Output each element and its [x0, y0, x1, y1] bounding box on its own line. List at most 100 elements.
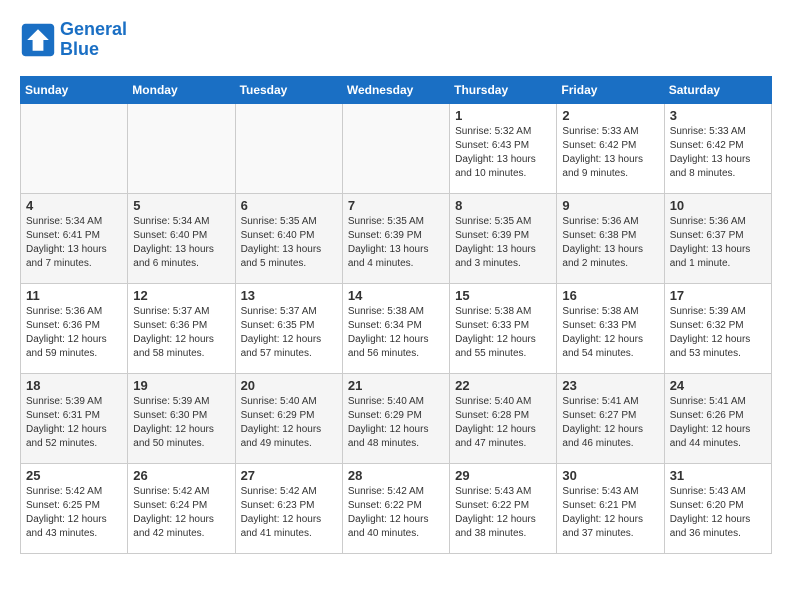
day-info: Sunrise: 5:40 AMSunset: 6:29 PMDaylight:… — [241, 395, 337, 451]
day-info: Sunrise: 5:35 AMSunset: 6:39 PMDaylight:… — [348, 215, 444, 271]
day-info: Sunrise: 5:37 AMSunset: 6:36 PMDaylight:… — [133, 305, 229, 361]
calendar-week-row: 4 Sunrise: 5:34 AMSunset: 6:41 PMDayligh… — [21, 193, 772, 283]
day-number: 18 — [26, 378, 122, 393]
calendar-cell: 31 Sunrise: 5:43 AMSunset: 6:20 PMDaylig… — [664, 463, 771, 553]
day-info: Sunrise: 5:36 AMSunset: 6:38 PMDaylight:… — [562, 215, 658, 271]
calendar-week-row: 18 Sunrise: 5:39 AMSunset: 6:31 PMDaylig… — [21, 373, 772, 463]
day-info: Sunrise: 5:36 AMSunset: 6:37 PMDaylight:… — [670, 215, 766, 271]
day-number: 23 — [562, 378, 658, 393]
day-info: Sunrise: 5:40 AMSunset: 6:29 PMDaylight:… — [348, 395, 444, 451]
calendar-week-row: 25 Sunrise: 5:42 AMSunset: 6:25 PMDaylig… — [21, 463, 772, 553]
column-header-friday: Friday — [557, 76, 664, 103]
day-info: Sunrise: 5:35 AMSunset: 6:40 PMDaylight:… — [241, 215, 337, 271]
calendar-cell: 28 Sunrise: 5:42 AMSunset: 6:22 PMDaylig… — [342, 463, 449, 553]
day-number: 4 — [26, 198, 122, 213]
day-number: 25 — [26, 468, 122, 483]
calendar-cell: 3 Sunrise: 5:33 AMSunset: 6:42 PMDayligh… — [664, 103, 771, 193]
day-number: 12 — [133, 288, 229, 303]
calendar-cell: 23 Sunrise: 5:41 AMSunset: 6:27 PMDaylig… — [557, 373, 664, 463]
day-number: 19 — [133, 378, 229, 393]
day-number: 14 — [348, 288, 444, 303]
day-info: Sunrise: 5:38 AMSunset: 6:33 PMDaylight:… — [562, 305, 658, 361]
calendar-cell: 26 Sunrise: 5:42 AMSunset: 6:24 PMDaylig… — [128, 463, 235, 553]
day-info: Sunrise: 5:39 AMSunset: 6:31 PMDaylight:… — [26, 395, 122, 451]
calendar-cell — [342, 103, 449, 193]
day-number: 17 — [670, 288, 766, 303]
day-number: 10 — [670, 198, 766, 213]
calendar-cell: 4 Sunrise: 5:34 AMSunset: 6:41 PMDayligh… — [21, 193, 128, 283]
day-number: 13 — [241, 288, 337, 303]
calendar-cell: 19 Sunrise: 5:39 AMSunset: 6:30 PMDaylig… — [128, 373, 235, 463]
column-header-monday: Monday — [128, 76, 235, 103]
calendar-header-row: SundayMondayTuesdayWednesdayThursdayFrid… — [21, 76, 772, 103]
calendar-table: SundayMondayTuesdayWednesdayThursdayFrid… — [20, 76, 772, 554]
day-number: 7 — [348, 198, 444, 213]
calendar-cell — [235, 103, 342, 193]
calendar-cell: 10 Sunrise: 5:36 AMSunset: 6:37 PMDaylig… — [664, 193, 771, 283]
day-number: 8 — [455, 198, 551, 213]
calendar-cell: 8 Sunrise: 5:35 AMSunset: 6:39 PMDayligh… — [450, 193, 557, 283]
day-info: Sunrise: 5:42 AMSunset: 6:22 PMDaylight:… — [348, 485, 444, 541]
calendar-week-row: 1 Sunrise: 5:32 AMSunset: 6:43 PMDayligh… — [21, 103, 772, 193]
day-info: Sunrise: 5:42 AMSunset: 6:25 PMDaylight:… — [26, 485, 122, 541]
day-info: Sunrise: 5:32 AMSunset: 6:43 PMDaylight:… — [455, 125, 551, 181]
day-info: Sunrise: 5:43 AMSunset: 6:21 PMDaylight:… — [562, 485, 658, 541]
day-info: Sunrise: 5:42 AMSunset: 6:24 PMDaylight:… — [133, 485, 229, 541]
day-info: Sunrise: 5:41 AMSunset: 6:27 PMDaylight:… — [562, 395, 658, 451]
calendar-cell: 25 Sunrise: 5:42 AMSunset: 6:25 PMDaylig… — [21, 463, 128, 553]
calendar-cell: 16 Sunrise: 5:38 AMSunset: 6:33 PMDaylig… — [557, 283, 664, 373]
day-info: Sunrise: 5:38 AMSunset: 6:33 PMDaylight:… — [455, 305, 551, 361]
calendar-cell: 13 Sunrise: 5:37 AMSunset: 6:35 PMDaylig… — [235, 283, 342, 373]
day-number: 9 — [562, 198, 658, 213]
calendar-cell: 15 Sunrise: 5:38 AMSunset: 6:33 PMDaylig… — [450, 283, 557, 373]
day-number: 2 — [562, 108, 658, 123]
day-number: 11 — [26, 288, 122, 303]
calendar-cell: 5 Sunrise: 5:34 AMSunset: 6:40 PMDayligh… — [128, 193, 235, 283]
column-header-saturday: Saturday — [664, 76, 771, 103]
calendar-cell — [128, 103, 235, 193]
logo-text: General Blue — [60, 20, 127, 60]
day-info: Sunrise: 5:41 AMSunset: 6:26 PMDaylight:… — [670, 395, 766, 451]
column-header-thursday: Thursday — [450, 76, 557, 103]
calendar-cell: 14 Sunrise: 5:38 AMSunset: 6:34 PMDaylig… — [342, 283, 449, 373]
calendar-cell: 18 Sunrise: 5:39 AMSunset: 6:31 PMDaylig… — [21, 373, 128, 463]
day-info: Sunrise: 5:34 AMSunset: 6:41 PMDaylight:… — [26, 215, 122, 271]
column-header-wednesday: Wednesday — [342, 76, 449, 103]
calendar-cell: 24 Sunrise: 5:41 AMSunset: 6:26 PMDaylig… — [664, 373, 771, 463]
day-info: Sunrise: 5:33 AMSunset: 6:42 PMDaylight:… — [670, 125, 766, 181]
day-number: 29 — [455, 468, 551, 483]
day-info: Sunrise: 5:38 AMSunset: 6:34 PMDaylight:… — [348, 305, 444, 361]
day-info: Sunrise: 5:35 AMSunset: 6:39 PMDaylight:… — [455, 215, 551, 271]
calendar-cell: 6 Sunrise: 5:35 AMSunset: 6:40 PMDayligh… — [235, 193, 342, 283]
calendar-cell — [21, 103, 128, 193]
calendar-cell: 7 Sunrise: 5:35 AMSunset: 6:39 PMDayligh… — [342, 193, 449, 283]
calendar-cell: 29 Sunrise: 5:43 AMSunset: 6:22 PMDaylig… — [450, 463, 557, 553]
day-number: 30 — [562, 468, 658, 483]
calendar-cell: 30 Sunrise: 5:43 AMSunset: 6:21 PMDaylig… — [557, 463, 664, 553]
day-info: Sunrise: 5:40 AMSunset: 6:28 PMDaylight:… — [455, 395, 551, 451]
day-info: Sunrise: 5:43 AMSunset: 6:20 PMDaylight:… — [670, 485, 766, 541]
calendar-cell: 11 Sunrise: 5:36 AMSunset: 6:36 PMDaylig… — [21, 283, 128, 373]
day-number: 21 — [348, 378, 444, 393]
column-header-sunday: Sunday — [21, 76, 128, 103]
page-header: General Blue — [20, 20, 772, 60]
day-info: Sunrise: 5:34 AMSunset: 6:40 PMDaylight:… — [133, 215, 229, 271]
logo: General Blue — [20, 20, 127, 60]
day-number: 3 — [670, 108, 766, 123]
calendar-cell: 12 Sunrise: 5:37 AMSunset: 6:36 PMDaylig… — [128, 283, 235, 373]
day-info: Sunrise: 5:39 AMSunset: 6:32 PMDaylight:… — [670, 305, 766, 361]
calendar-cell: 9 Sunrise: 5:36 AMSunset: 6:38 PMDayligh… — [557, 193, 664, 283]
calendar-cell: 27 Sunrise: 5:42 AMSunset: 6:23 PMDaylig… — [235, 463, 342, 553]
calendar-cell: 21 Sunrise: 5:40 AMSunset: 6:29 PMDaylig… — [342, 373, 449, 463]
calendar-week-row: 11 Sunrise: 5:36 AMSunset: 6:36 PMDaylig… — [21, 283, 772, 373]
day-number: 22 — [455, 378, 551, 393]
calendar-cell: 22 Sunrise: 5:40 AMSunset: 6:28 PMDaylig… — [450, 373, 557, 463]
day-number: 20 — [241, 378, 337, 393]
day-info: Sunrise: 5:42 AMSunset: 6:23 PMDaylight:… — [241, 485, 337, 541]
day-info: Sunrise: 5:39 AMSunset: 6:30 PMDaylight:… — [133, 395, 229, 451]
calendar-cell: 17 Sunrise: 5:39 AMSunset: 6:32 PMDaylig… — [664, 283, 771, 373]
day-number: 16 — [562, 288, 658, 303]
day-number: 26 — [133, 468, 229, 483]
day-info: Sunrise: 5:33 AMSunset: 6:42 PMDaylight:… — [562, 125, 658, 181]
day-info: Sunrise: 5:37 AMSunset: 6:35 PMDaylight:… — [241, 305, 337, 361]
